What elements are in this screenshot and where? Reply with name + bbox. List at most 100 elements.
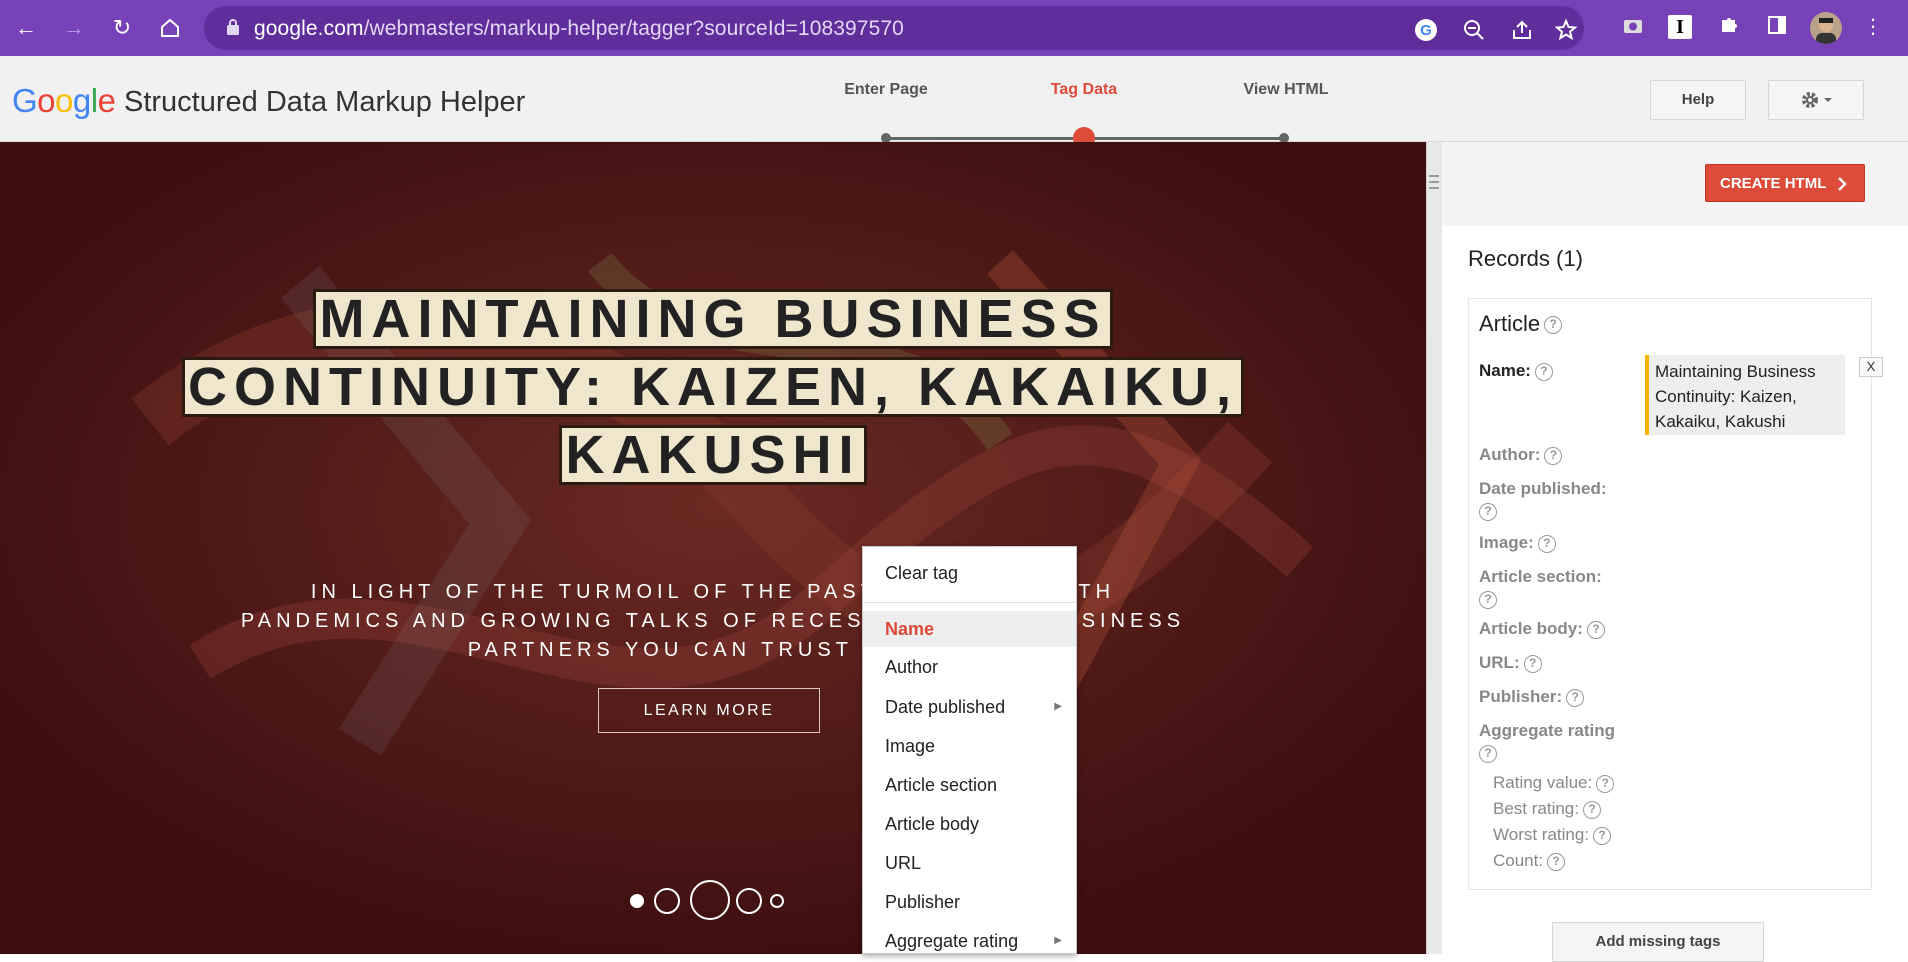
field-name-text: Name:: [1479, 361, 1531, 380]
help-icon[interactable]: ?: [1537, 534, 1556, 553]
create-html-button[interactable]: CREATE HTML: [1705, 164, 1865, 202]
body-copy-line-1[interactable]: IN LIGHT OF THE TURMOIL OF THE PAST FEW …: [150, 578, 1276, 607]
avatar[interactable]: [1810, 12, 1842, 44]
carousel-dot-2[interactable]: [654, 888, 680, 914]
field-url-text: URL:: [1479, 653, 1520, 672]
field-rating-value-label: Rating value:?: [1493, 773, 1615, 793]
carousel-dot-4[interactable]: [736, 888, 762, 914]
page-preview: OUTSOURCING TRENDS IN 2023 MAINTAINING B…: [0, 142, 1426, 954]
kebab-menu-icon[interactable]: ⋮: [1860, 14, 1886, 40]
settings-button[interactable]: [1768, 80, 1864, 120]
field-name-value[interactable]: Maintaining Business Continuity: Kaizen,…: [1645, 355, 1845, 435]
google-g-icon[interactable]: G: [1414, 18, 1438, 42]
camera-extension-icon[interactable]: [1620, 14, 1646, 40]
lock-icon: [227, 19, 239, 35]
body-copy-line-2[interactable]: PANDEMICS AND GROWING TALKS OF RECESSION…: [150, 607, 1276, 636]
back-arrow-icon[interactable]: ←: [12, 14, 40, 42]
step-view-html[interactable]: View HTML: [1243, 81, 1328, 99]
field-aggregate-rating-help: ?: [1479, 743, 1497, 763]
field-date-published-text: Date published:: [1479, 479, 1607, 498]
field-publisher-text: Publisher:: [1479, 687, 1563, 706]
help-icon[interactable]: ?: [1534, 362, 1553, 381]
field-url-label: URL:?: [1479, 653, 1542, 673]
menu-item-url[interactable]: URL: [863, 845, 1076, 881]
card-title-text: Article: [1479, 311, 1541, 336]
field-worst-rating-text: Worst rating:: [1493, 825, 1590, 844]
zoom-out-icon[interactable]: [1462, 18, 1486, 42]
bookmark-star-icon[interactable]: [1554, 18, 1578, 42]
browser-toolbar: ← → ↻ google.com/webmasters/markup-helpe…: [0, 0, 1908, 56]
menu-item-clear-tag[interactable]: Clear tag: [863, 555, 1076, 591]
help-icon[interactable]: ?: [1583, 800, 1601, 819]
help-icon[interactable]: ?: [1596, 774, 1615, 793]
help-button[interactable]: Help: [1650, 80, 1746, 120]
menu-item-publisher[interactable]: Publisher: [863, 884, 1076, 920]
headline-line-2[interactable]: CONTINUITY: KAIZEN, KAKAIKU,: [0, 356, 1426, 418]
url-text: google.com/webmasters/markup-helper/tagg…: [254, 17, 904, 40]
menu-item-date-published[interactable]: Date published ▶: [863, 689, 1076, 725]
help-icon[interactable]: ?: [1593, 826, 1612, 845]
menu-item-article-body[interactable]: Article body: [863, 806, 1076, 842]
learn-more-button[interactable]: LEARN MORE: [598, 688, 820, 733]
field-rating-value-text: Rating value:: [1493, 773, 1593, 792]
field-article-body-text: Article body:: [1479, 619, 1583, 638]
field-article-section-label: Article section:: [1479, 567, 1602, 587]
field-best-rating-label: Best rating:?: [1493, 799, 1601, 819]
help-icon[interactable]: ?: [1544, 446, 1563, 465]
gear-icon: [1802, 92, 1832, 108]
records-title: Records (1): [1468, 246, 1583, 271]
menu-item-date-published-label: Date published: [885, 697, 1006, 717]
forward-arrow-icon[interactable]: →: [60, 14, 88, 42]
help-icon[interactable]: ?: [1566, 688, 1585, 707]
field-image-label: Image:?: [1479, 533, 1556, 553]
carousel-dot-3[interactable]: [690, 880, 730, 920]
help-icon[interactable]: ?: [1544, 316, 1563, 335]
field-worst-rating-label: Worst rating:?: [1493, 825, 1612, 845]
field-best-rating-text: Best rating:: [1493, 799, 1579, 818]
records-area: Records (1) Article? Name:? Maintaining …: [1442, 226, 1908, 962]
field-article-section-help: ?: [1479, 589, 1497, 609]
headline-line-1[interactable]: MAINTAINING BUSINESS: [0, 288, 1426, 350]
menu-divider: [863, 602, 1076, 603]
splitter-grip-icon[interactable]: [1429, 172, 1439, 192]
remove-name-button[interactable]: X: [1859, 357, 1883, 377]
menu-item-image[interactable]: Image: [863, 728, 1076, 764]
card-title: Article?: [1479, 311, 1563, 337]
help-icon[interactable]: ?: [1547, 852, 1566, 871]
field-date-published-help: ?: [1479, 501, 1497, 521]
field-author-label: Author:?: [1479, 445, 1563, 465]
help-icon[interactable]: ?: [1586, 620, 1605, 639]
field-publisher-label: Publisher:?: [1479, 687, 1585, 707]
field-author-text: Author:: [1479, 445, 1541, 464]
address-bar[interactable]: google.com/webmasters/markup-helper/tagg…: [204, 6, 1584, 50]
menu-item-name[interactable]: Name: [863, 611, 1076, 647]
home-icon[interactable]: [156, 14, 184, 42]
field-aggregate-rating-label: Aggregate rating: [1479, 721, 1615, 741]
help-icon[interactable]: ?: [1479, 502, 1497, 521]
menu-item-author[interactable]: Author: [863, 649, 1076, 685]
svg-text:G: G: [1420, 22, 1432, 39]
field-aggregate-rating-text: Aggregate rating: [1479, 721, 1616, 740]
puzzle-extensions-icon[interactable]: [1716, 14, 1742, 40]
field-date-published-label: Date published:: [1479, 479, 1607, 499]
help-icon[interactable]: ?: [1523, 654, 1542, 673]
help-icon[interactable]: ?: [1479, 744, 1497, 763]
instapaper-extension-icon[interactable]: I: [1668, 15, 1692, 39]
carousel-dot-5[interactable]: [770, 894, 784, 908]
field-article-section-text: Article section:: [1479, 567, 1602, 586]
body-copy-line-3[interactable]: PARTNERS YOU CAN TRUST IN THE: [150, 636, 1276, 665]
add-missing-tags-button[interactable]: Add missing tags: [1552, 922, 1764, 962]
step-tag-data[interactable]: Tag Data: [1051, 81, 1117, 99]
headline-line-3[interactable]: KAKUSHI: [0, 424, 1426, 486]
menu-item-article-section[interactable]: Article section: [863, 767, 1076, 803]
field-article-body-label: Article body:?: [1479, 619, 1605, 639]
app-title: Structured Data Markup Helper: [124, 86, 526, 118]
help-icon[interactable]: ?: [1479, 590, 1497, 609]
panel-splitter[interactable]: [1426, 142, 1442, 954]
step-enter-page[interactable]: Enter Page: [844, 81, 928, 99]
create-html-label: CREATE HTML: [1720, 175, 1827, 192]
share-icon[interactable]: [1510, 18, 1534, 42]
carousel-dot-1[interactable]: [630, 894, 644, 908]
reload-icon[interactable]: ↻: [108, 14, 136, 42]
side-panel-icon[interactable]: [1764, 14, 1790, 40]
